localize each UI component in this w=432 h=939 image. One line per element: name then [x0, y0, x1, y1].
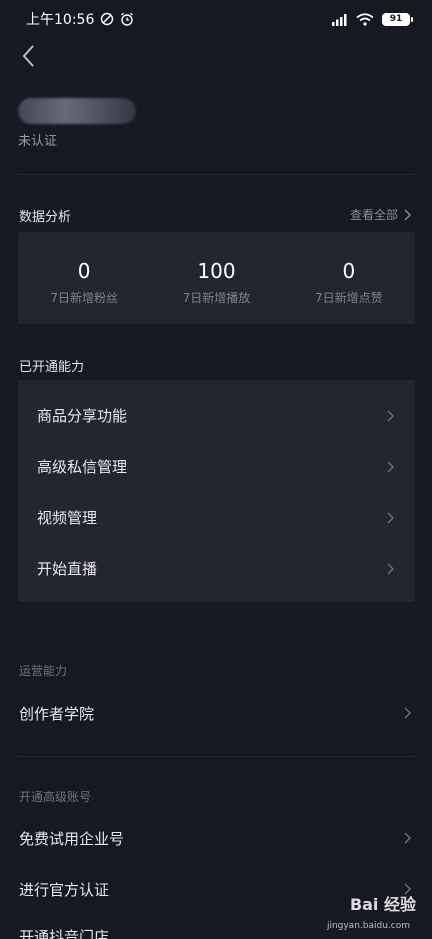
profile-section: 未认证 [18, 98, 418, 149]
cap-item-label: 高级私信管理 [37, 458, 128, 476]
list-item-label: 开通抖音门店 [19, 927, 110, 939]
capabilities-card: 商品分享功能 高级私信管理 视频管理 开始直播 [18, 380, 415, 602]
signal-icon [332, 13, 347, 26]
cap-item-product-share[interactable]: 商品分享功能 [18, 390, 415, 441]
stats-card[interactable]: 0 7日新增粉丝 100 7日新增播放 0 7日新增点赞 [18, 232, 415, 324]
data-analysis-title: 数据分析 [19, 210, 72, 225]
divider [18, 756, 414, 757]
verify-status: 未认证 [18, 134, 58, 149]
blurred-account-name [18, 98, 136, 124]
stat-value: 0 [77, 259, 91, 283]
status-bar: 上午10:56 91 [0, 0, 432, 38]
stat-value: 100 [197, 259, 236, 283]
cap-item-advanced-dm[interactable]: 高级私信管理 [18, 441, 415, 492]
baidu-watermark: Bai 经验 [349, 895, 416, 914]
capabilities-title: 已开通能力 [19, 360, 85, 375]
battery-icon: 91 [382, 12, 413, 26]
list-item-label: 进行官方认证 [19, 880, 110, 899]
cap-item-label: 商品分享功能 [37, 407, 128, 425]
cap-item-label: 开始直播 [37, 560, 98, 578]
cap-item-label: 视频管理 [37, 509, 98, 527]
cap-item-video-management[interactable]: 视频管理 [18, 492, 415, 543]
divider [18, 174, 414, 175]
chevron-right-icon [387, 410, 394, 421]
stat-new-likes: 0 7日新增点赞 [283, 232, 415, 324]
chevron-right-icon [387, 461, 394, 472]
stat-new-fans: 0 7日新增粉丝 [18, 232, 150, 324]
cap-item-start-live[interactable]: 开始直播 [18, 543, 415, 594]
back-arrow-icon[interactable] [16, 42, 44, 70]
see-all-link[interactable]: 查看全部 [350, 206, 412, 223]
list-item-label: 免费试用企业号 [19, 829, 125, 848]
stat-label: 7日新增粉丝 [50, 291, 118, 305]
see-all-label: 查看全部 [349, 208, 398, 222]
chevron-right-icon [387, 563, 394, 574]
list-item-label: 创作者学院 [19, 704, 95, 723]
stat-value: 0 [342, 259, 356, 283]
chevron-right-icon [404, 707, 411, 719]
chevron-right-icon [387, 512, 394, 523]
do-not-disturb-icon [101, 12, 114, 26]
chevron-right-icon [404, 209, 411, 220]
wifi-icon [356, 12, 374, 26]
stat-label: 7日新增点赞 [315, 291, 383, 305]
list-item-enterprise-trial[interactable]: 免费试用企业号 [0, 814, 432, 862]
upgrade-title: 开通高级账号 [19, 790, 92, 804]
chevron-right-icon [404, 832, 411, 844]
operations-title: 运营能力 [19, 664, 68, 678]
status-time: 上午10:56 [26, 12, 95, 28]
baidu-watermark-url: jingyan.baidu.com [326, 921, 410, 931]
list-item-creator-academy[interactable]: 创作者学院 [0, 689, 432, 737]
alarm-icon [121, 12, 134, 26]
stat-new-plays: 100 7日新增播放 [150, 232, 282, 324]
stat-label: 7日新增播放 [182, 291, 251, 305]
